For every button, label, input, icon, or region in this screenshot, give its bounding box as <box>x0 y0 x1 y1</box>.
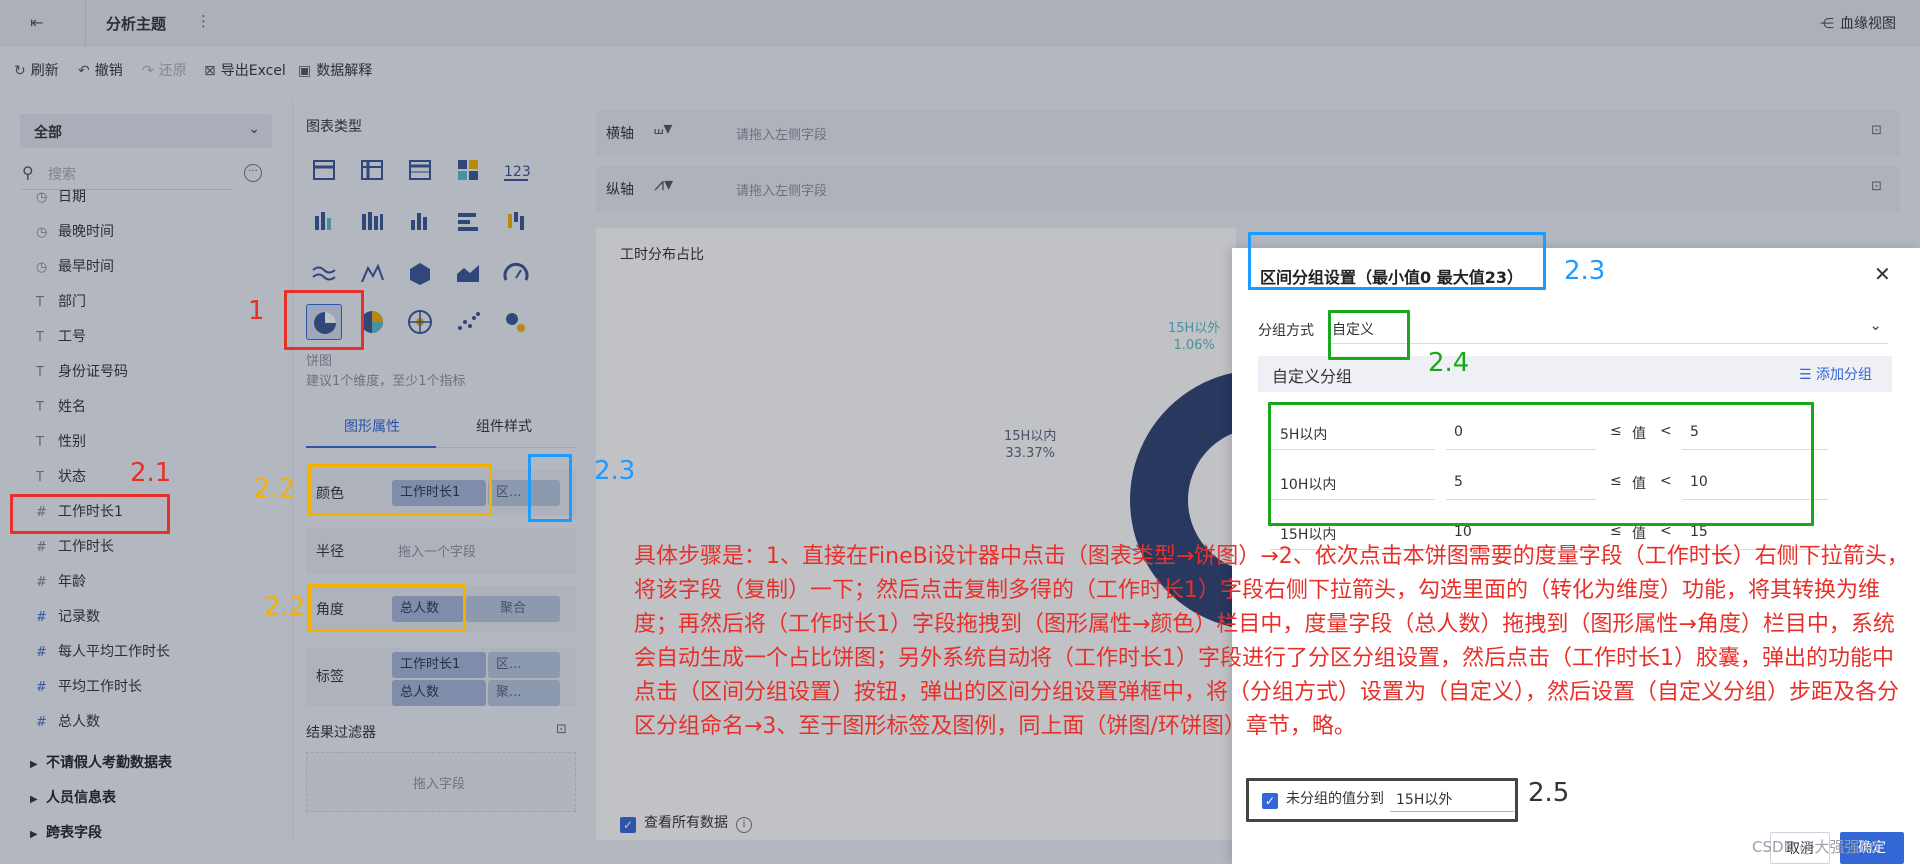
group-method-label: 分组方式 <box>1258 323 1314 339</box>
annotation-box-ungrouped <box>1246 778 1518 822</box>
annotation-box-angle <box>308 584 466 632</box>
watermark: CSDN @大强强66 <box>1752 838 1879 856</box>
add-group-label: 添加分组 <box>1816 367 1872 383</box>
annotation-label-2-4: 2.4 <box>1428 348 1470 378</box>
group-method-select[interactable]: 自定义 ⌄ <box>1328 310 1888 344</box>
custom-group-section: 自定义分组 ☰ 添加分组 <box>1258 356 1892 392</box>
annotation-label-1: 1 <box>248 296 265 326</box>
add-group-icon: ☰ <box>1798 367 1816 383</box>
close-icon[interactable]: ✕ <box>1874 262 1891 286</box>
annotation-box-group-rows <box>1268 402 1814 526</box>
annotation-label-2-3-pill: 2.3 <box>594 456 636 486</box>
annotation-label-2-2-angle: 2.2 <box>264 592 306 622</box>
group-max-value: 15 <box>1690 524 1708 540</box>
add-group-button[interactable]: ☰ 添加分组 <box>1799 364 1872 384</box>
annotation-box-color <box>308 464 492 516</box>
annotation-label-2-2-color: 2.2 <box>254 474 296 504</box>
annotation-label-2-5: 2.5 <box>1528 778 1570 808</box>
chevron-down-icon: ⌄ <box>1869 316 1882 334</box>
custom-group-title: 自定义分组 <box>1272 367 1353 386</box>
annotation-label-2-1: 2.1 <box>130 458 172 488</box>
instruction-text: 具体步骤是：1、直接在FineBi设计器中点击（图表类型→饼图）→2、依次点击本… <box>634 544 1909 739</box>
modal-backdrop[interactable] <box>1232 0 1920 248</box>
annotation-box-pill-menu <box>528 454 572 522</box>
annotation-box-pie-type <box>284 290 364 350</box>
annotation-box-method <box>1328 310 1410 360</box>
annotation-label-2-3-dialog: 2.3 <box>1564 256 1606 286</box>
annotation-box-field <box>10 494 170 534</box>
group-min-value: 10 <box>1454 524 1472 540</box>
annotation-box-dialog-title <box>1248 232 1546 290</box>
